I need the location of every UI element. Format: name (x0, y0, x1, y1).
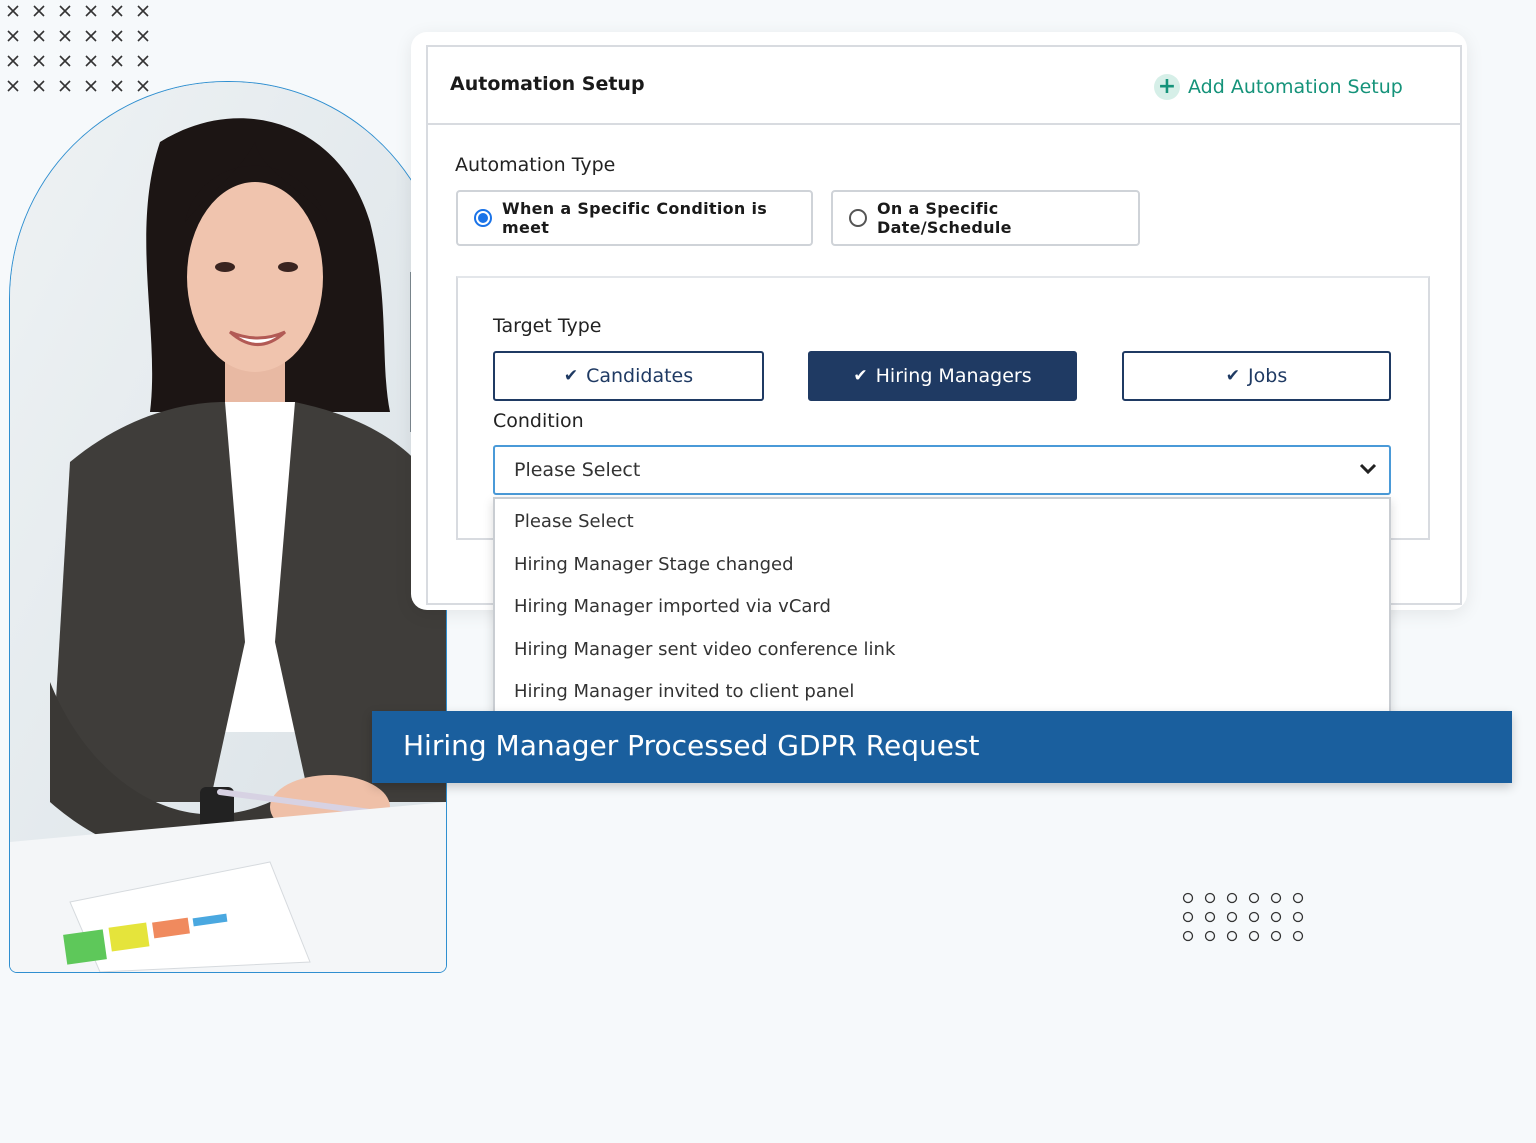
condition-option[interactable]: Please Select (514, 511, 634, 532)
target-hiring-managers-label: Hiring Managers (875, 365, 1032, 387)
person-photo (9, 81, 447, 973)
radio-specific-condition[interactable]: When a Specific Condition is meet (456, 190, 813, 246)
condition-option[interactable]: Hiring Manager invited to client panel (514, 681, 854, 702)
radio-specific-date-label: On a Specific Date/Schedule (877, 199, 1012, 237)
radio-specific-date[interactable]: On a Specific Date/Schedule (831, 190, 1140, 246)
check-icon: ✔ (1225, 366, 1241, 386)
target-jobs-button[interactable]: ✔ Jobs (1122, 351, 1391, 401)
radio-specific-condition-label: When a Specific Condition is meet (502, 199, 768, 237)
card-header: Automation Setup + Add Automation Setup (428, 47, 1460, 125)
target-candidates-button[interactable]: ✔ Candidates (493, 351, 764, 401)
check-icon: ✔ (563, 366, 579, 386)
radio-unchecked-icon (849, 209, 867, 227)
automation-type-label: Automation Type (455, 154, 616, 176)
target-hiring-managers-button[interactable]: ✔ Hiring Managers (808, 351, 1077, 401)
x-pattern-decoration (7, 5, 149, 92)
chevron-down-icon (1359, 463, 1377, 475)
condition-label: Condition (493, 410, 584, 432)
plus-icon: + (1154, 74, 1180, 100)
condition-option[interactable]: Hiring Manager imported via vCard (514, 596, 831, 617)
condition-select-value: Please Select (514, 459, 641, 481)
add-automation-setup-label: Add Automation Setup (1188, 76, 1403, 98)
condition-option[interactable]: Hiring Manager Stage changed (514, 554, 794, 575)
target-type-label: Target Type (493, 315, 602, 337)
condition-dropdown-list: Please Select Hiring Manager Stage chang… (493, 497, 1391, 713)
condition-option[interactable]: Hiring Manager sent video conference lin… (514, 639, 895, 660)
add-automation-setup-button[interactable]: + Add Automation Setup (1154, 74, 1403, 100)
dot-pattern-decoration (1182, 892, 1304, 942)
highlighted-option-label: Hiring Manager Processed GDPR Request (403, 729, 980, 762)
condition-option-highlighted[interactable]: Hiring Manager Processed GDPR Request (372, 711, 1512, 783)
target-candidates-label: Candidates (586, 365, 694, 387)
check-icon: ✔ (853, 366, 868, 386)
radio-checked-icon (474, 209, 492, 227)
target-jobs-label: Jobs (1248, 365, 1288, 387)
condition-select[interactable]: Please Select (493, 445, 1391, 495)
card-title: Automation Setup (450, 73, 645, 95)
